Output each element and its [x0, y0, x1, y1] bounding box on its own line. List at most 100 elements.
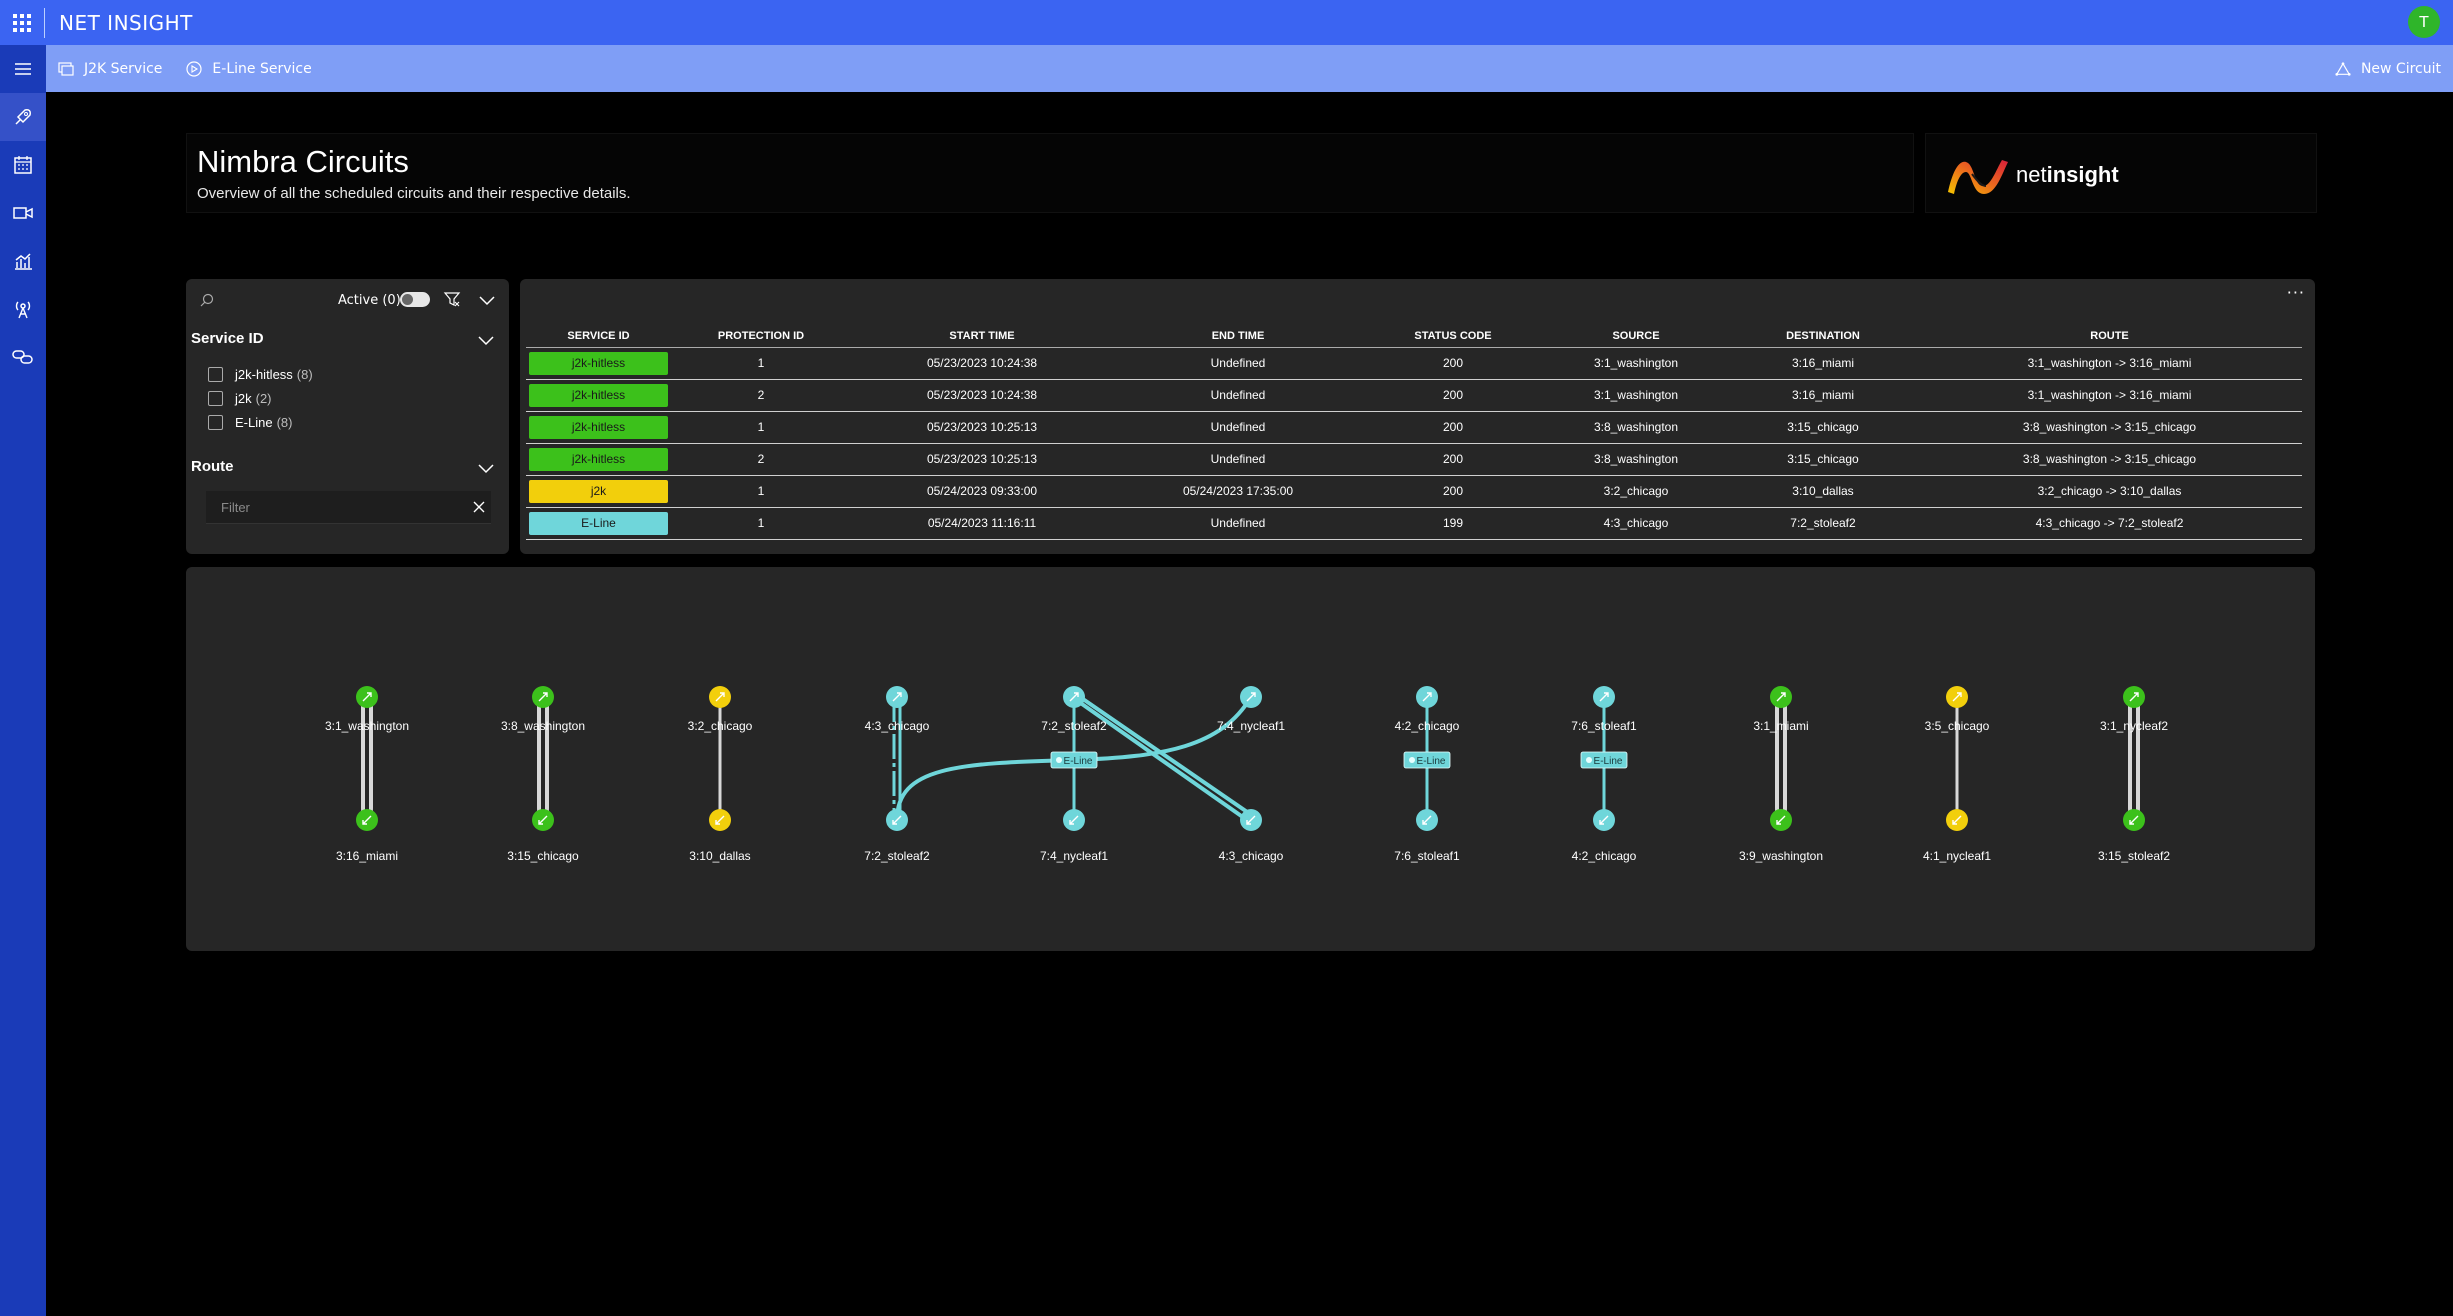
- destination-node[interactable]: 7:6_stoleaf1: [1394, 809, 1460, 863]
- node-label: 7:2_stoleaf2: [864, 849, 930, 863]
- node-label: 7:4_nycleaf1: [1217, 719, 1285, 733]
- start-cell: 05/23/2023 10:24:38: [851, 379, 1113, 412]
- netinsight-logo-mark: [1948, 160, 2008, 194]
- active-filter-label: Active (0): [338, 293, 401, 308]
- table-header-row: SERVICE ID PROTECTION ID START TIME END …: [526, 325, 2302, 348]
- source-node[interactable]: 7:4_nycleaf1: [1217, 686, 1285, 733]
- column-header[interactable]: SOURCE: [1543, 325, 1729, 348]
- collapse-filters-button[interactable]: [478, 291, 496, 310]
- source-cell: 3:1_washington: [1543, 379, 1729, 412]
- destination-node[interactable]: 3:9_washington: [1739, 809, 1823, 863]
- avatar[interactable]: T: [2408, 6, 2440, 38]
- column-header[interactable]: START TIME: [851, 325, 1113, 348]
- route-collapse[interactable]: [477, 459, 495, 478]
- protection-cell: 2: [671, 443, 851, 476]
- node-label: 4:2_chicago: [1572, 849, 1637, 863]
- sidebar-item-analytics[interactable]: [0, 237, 46, 285]
- circuit-graph-panel: E-Line E-Line E-Line 3:1_washington 3:8_wash…: [186, 567, 2315, 951]
- chevron-down-icon: [479, 296, 495, 306]
- logo-text: netinsight: [2016, 162, 2119, 188]
- start-cell: 05/24/2023 11:16:11: [851, 507, 1113, 540]
- status-cell: 199: [1363, 507, 1543, 540]
- table-row[interactable]: j2k-hitless 2 05/23/2023 10:24:38 Undefined…: [526, 379, 2302, 412]
- graph-edges: [361, 695, 2140, 822]
- checkbox[interactable]: [208, 367, 223, 382]
- table-row[interactable]: j2k 1 05/24/2023 09:33:00 05/24/2023 17:35:…: [526, 475, 2302, 508]
- checkbox[interactable]: [208, 415, 223, 430]
- table-row[interactable]: E-Line 1 05/24/2023 11:16:11 Undefined 199 4:…: [526, 507, 2302, 540]
- menu-toggle-button[interactable]: [0, 45, 46, 93]
- node-label: 3:5_chicago: [1925, 719, 1990, 733]
- eline-edge-label[interactable]: E-Line: [1050, 751, 1098, 769]
- service-option-j2k-hitless[interactable]: j2k-hitless (8): [208, 367, 313, 382]
- sidebar-item-antenna[interactable]: [0, 285, 46, 333]
- waffle-icon: [13, 13, 31, 32]
- new-circuit-button[interactable]: New Circuit: [2335, 45, 2441, 92]
- column-header[interactable]: END TIME: [1113, 325, 1363, 348]
- protection-cell: 1: [671, 347, 851, 380]
- start-cell: 05/23/2023 10:25:13: [851, 411, 1113, 444]
- search-button[interactable]: [200, 292, 214, 311]
- source-node[interactable]: 3:1_miami: [1753, 686, 1809, 733]
- checkbox[interactable]: [208, 391, 223, 406]
- service-option-j2k[interactable]: j2k (2): [208, 391, 272, 406]
- active-toggle[interactable]: [400, 292, 430, 307]
- protection-cell: 1: [671, 475, 851, 508]
- new-circuit-label: New Circuit: [2360, 60, 2441, 77]
- eline-edge-label[interactable]: E-Line: [1580, 751, 1628, 769]
- source-cell: 3:8_washington: [1543, 411, 1729, 444]
- source-cell: 3:1_washington: [1543, 347, 1729, 380]
- column-header[interactable]: DESTINATION: [1729, 325, 1917, 348]
- start-cell: 05/23/2023 10:25:13: [851, 443, 1113, 476]
- destination-cell: 3:16_miami: [1729, 379, 1917, 412]
- source-node[interactable]: 3:1_nycleaf2: [2100, 686, 2168, 733]
- hitless-link[interactable]: [1775, 697, 1787, 820]
- service-option-eline[interactable]: E-Line (8): [208, 415, 292, 430]
- source-node[interactable]: 3:1_washington: [325, 686, 409, 733]
- column-header[interactable]: PROTECTION ID: [671, 325, 851, 348]
- destination-node[interactable]: 7:4_nycleaf1: [1040, 809, 1108, 863]
- clear-route-button[interactable]: [472, 499, 486, 518]
- node-label: 3:1_nycleaf2: [2100, 719, 2168, 733]
- destination-node[interactable]: 3:15_chicago: [507, 809, 579, 863]
- circuit-graph[interactable]: E-Line E-Line E-Line 3:1_washington 3:8_wash…: [186, 567, 2315, 951]
- sidebar-item-calendar[interactable]: [0, 141, 46, 189]
- node-label: 4:1_nycleaf1: [1923, 849, 1991, 863]
- end-cell: 05/24/2023 17:35:00: [1113, 475, 1363, 508]
- j2k-service-button[interactable]: J2K Service: [46, 45, 174, 92]
- sidebar-item-video[interactable]: [0, 189, 46, 237]
- column-header[interactable]: ROUTE: [1917, 325, 2302, 348]
- table-row[interactable]: j2k-hitless 2 05/23/2023 10:25:13 Undefined…: [526, 443, 2302, 476]
- table-row[interactable]: j2k-hitless 1 05/23/2023 10:25:13 Undefined…: [526, 411, 2302, 444]
- column-header[interactable]: STATUS CODE: [1363, 325, 1543, 348]
- table-row[interactable]: j2k-hitless 1 05/23/2023 10:24:38 Undefined…: [526, 347, 2302, 380]
- eline-edge-label[interactable]: E-Line: [1403, 751, 1451, 769]
- source-node[interactable]: 4:3_chicago: [865, 686, 930, 733]
- source-node[interactable]: 3:8_washington: [501, 686, 585, 733]
- destination-node[interactable]: 3:16_miami: [336, 809, 398, 863]
- destination-node[interactable]: 3:10_dallas: [689, 809, 751, 863]
- header-card: Nimbra Circuits Overview of all the sche…: [186, 133, 1914, 213]
- video-camera-icon: [13, 207, 33, 219]
- hitless-link[interactable]: [2128, 697, 2140, 820]
- circuits-table: SERVICE ID PROTECTION ID START TIME END …: [526, 325, 2302, 540]
- route-filter-input[interactable]: [206, 491, 491, 524]
- hitless-link[interactable]: [361, 697, 373, 820]
- more-options-icon[interactable]: ···: [2287, 283, 2305, 302]
- column-header[interactable]: SERVICE ID: [526, 325, 671, 348]
- service-id-collapse[interactable]: [477, 331, 495, 350]
- eline-service-button[interactable]: E-Line Service: [174, 45, 323, 92]
- sidebar-item-circuits[interactable]: [0, 93, 46, 141]
- clear-filter-button[interactable]: [443, 290, 461, 312]
- source-cell: 4:3_chicago: [1543, 507, 1729, 540]
- destination-node[interactable]: 4:3_chicago: [1219, 809, 1284, 863]
- sidebar-item-links[interactable]: [0, 333, 46, 381]
- destination-node[interactable]: 4:2_chicago: [1572, 809, 1637, 863]
- destination-node[interactable]: 3:15_stoleaf2: [2098, 809, 2170, 863]
- destination-node[interactable]: 7:2_stoleaf2: [864, 809, 930, 863]
- chart-icon: [15, 253, 32, 270]
- logo-text-bold: insight: [2046, 162, 2119, 187]
- destination-node[interactable]: 4:1_nycleaf1: [1923, 809, 1991, 863]
- app-launcher-button[interactable]: [0, 0, 44, 45]
- hitless-link[interactable]: [537, 697, 549, 820]
